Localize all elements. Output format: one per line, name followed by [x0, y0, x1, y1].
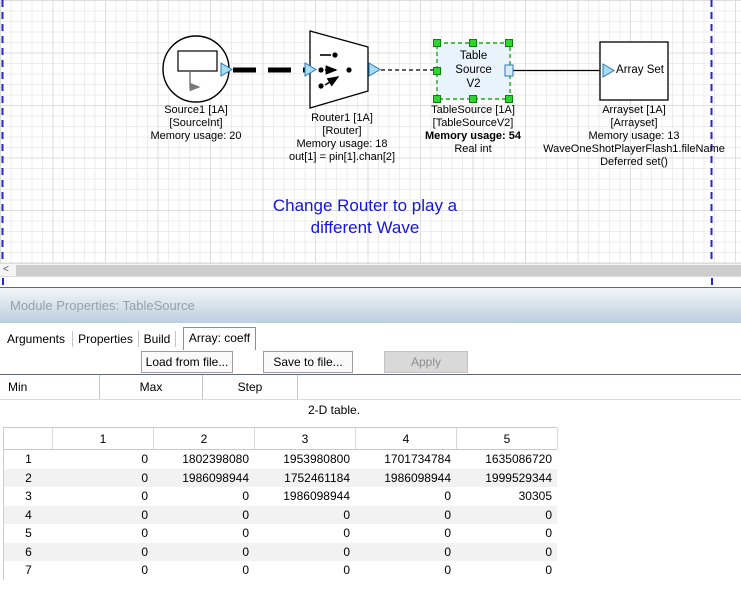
grid-cell[interactable]: 0 [53, 487, 154, 506]
grid-row: 700000 [4, 561, 557, 580]
grid-cell[interactable]: 1635086720 [457, 450, 558, 469]
grid-row: 500000 [4, 524, 557, 543]
max-column-header[interactable]: Max [100, 375, 203, 399]
grid-column-header[interactable]: 4 [356, 428, 457, 449]
grid-body: 1018023980801953980800170173478416350867… [4, 450, 557, 580]
grid-cell[interactable]: 1752461184 [255, 469, 356, 488]
margin-guide-tick-left [2, 278, 4, 285]
margin-guide-tick-right [711, 278, 713, 285]
grid-cell[interactable]: 0 [53, 450, 154, 469]
grid-cell[interactable]: 1986098944 [154, 469, 255, 488]
grid-cell[interactable]: 0 [154, 524, 255, 543]
grid-cell[interactable]: 0 [154, 543, 255, 562]
canvas-bottom-strip [0, 277, 741, 287]
grid-cell[interactable]: 0 [255, 543, 356, 562]
grid-corner-cell[interactable] [4, 428, 53, 449]
grid-cell[interactable]: 1986098944 [255, 487, 356, 506]
grid-column-header[interactable]: 1 [53, 428, 154, 449]
grid-row-label[interactable]: 6 [4, 543, 53, 562]
grid-cell[interactable]: 0 [356, 561, 457, 580]
grid-row: 2019860989441752461184198609894419995293… [4, 469, 557, 488]
tab-array-coeff[interactable]: Array: coeff [183, 327, 256, 350]
grid-row-label[interactable]: 7 [4, 561, 53, 580]
grid-row-label[interactable]: 2 [4, 469, 53, 488]
range-header-row: Min Max Step [0, 375, 741, 400]
grid-cell[interactable]: 1953980800 [255, 450, 356, 469]
grid-column-header[interactable]: 3 [255, 428, 356, 449]
block-router[interactable] [305, 31, 380, 108]
scroll-left-arrow-icon[interactable]: < [3, 264, 15, 276]
tablesource-body-text[interactable]: Table Source V2 [437, 49, 510, 91]
grid-row-label[interactable]: 3 [4, 487, 53, 506]
grid-cell[interactable]: 0 [356, 506, 457, 525]
save-to-file-button[interactable]: Save to file... [263, 351, 353, 373]
grid-cell[interactable]: 0 [53, 469, 154, 488]
step-column-header[interactable]: Step [203, 375, 298, 399]
grid-row: 3001986098944030305 [4, 487, 557, 506]
grid-row-label[interactable]: 1 [4, 450, 53, 469]
tab-properties[interactable]: Properties [73, 331, 139, 347]
button-row: Load from file... Save to file... Apply [0, 350, 741, 374]
diagram-canvas[interactable]: Table Source V2 Array Set Source1 [1A] [… [0, 0, 741, 263]
grid-cell[interactable]: 0 [53, 561, 154, 580]
grid-cell[interactable]: 0 [154, 487, 255, 506]
tab-build[interactable]: Build [139, 331, 176, 347]
grid-cell[interactable]: 0 [356, 543, 457, 562]
tab-strip: Arguments Properties Build Array: coeff [0, 323, 741, 350]
grid-cell[interactable]: 0 [255, 506, 356, 525]
grid-row: 400000 [4, 506, 557, 525]
panel-title: Module Properties: TableSource [0, 287, 741, 323]
load-from-file-button[interactable]: Load from file... [141, 351, 233, 373]
source-caption: Source1 [1A] [SourceInt] Memory usage: 2… [150, 104, 241, 143]
grid-cell[interactable]: 0 [457, 524, 558, 543]
grid-row: 1018023980801953980800170173478416350867… [4, 450, 557, 469]
block-source[interactable] [163, 36, 232, 102]
grid-cell[interactable]: 0 [356, 487, 457, 506]
grid-cell[interactable]: 30305 [457, 487, 558, 506]
grid-row: 600000 [4, 543, 557, 562]
coeff-table[interactable]: 12345 1018023980801953980800170173478416… [3, 427, 557, 580]
grid-cell[interactable]: 0 [154, 506, 255, 525]
apply-button[interactable]: Apply [384, 351, 468, 373]
grid-cell[interactable]: 0 [53, 543, 154, 562]
grid-cell[interactable]: 1999529344 [457, 469, 558, 488]
grid-cell[interactable]: 0 [457, 506, 558, 525]
grid-header: 12345 [4, 428, 557, 450]
diagram-comment[interactable]: Change Router to play a different Wave [273, 195, 457, 239]
grid-column-header[interactable]: 2 [154, 428, 255, 449]
grid-cell[interactable]: 0 [53, 506, 154, 525]
grid-cell[interactable]: 0 [53, 524, 154, 543]
tab-arguments[interactable]: Arguments [0, 331, 73, 347]
grid-cell[interactable]: 0 [255, 524, 356, 543]
grid-cell[interactable]: 0 [457, 543, 558, 562]
router-caption: Router1 [1A] [Router] Memory usage: 18 o… [289, 112, 395, 164]
grid-cell[interactable]: 0 [457, 561, 558, 580]
grid-cell[interactable]: 1986098944 [356, 469, 457, 488]
horizontal-scrollbar[interactable]: < [0, 263, 741, 277]
grid-cell[interactable]: 0 [255, 561, 356, 580]
grid-row-label[interactable]: 4 [4, 506, 53, 525]
grid-cell[interactable]: 0 [154, 561, 255, 580]
grid-column-header[interactable]: 5 [457, 428, 558, 449]
tablesource-caption: TableSource [1A] [TableSourceV2] Memory … [425, 104, 521, 156]
grid-row-label[interactable]: 5 [4, 524, 53, 543]
grid-cell[interactable]: 1802398080 [154, 450, 255, 469]
min-column-header[interactable]: Min [0, 375, 100, 399]
router-output-pin-icon [369, 63, 380, 76]
arrayset-caption: Arrayset [1A] [Arrayset] Memory usage: 1… [543, 104, 725, 169]
arrayset-body-text[interactable]: Array Set [615, 64, 665, 76]
grid-cell[interactable]: 1701734784 [356, 450, 457, 469]
scrollbar-thumb[interactable] [16, 265, 741, 276]
table-dimension-caption: 2-D table. [308, 403, 360, 417]
grid-cell[interactable]: 0 [356, 524, 457, 543]
